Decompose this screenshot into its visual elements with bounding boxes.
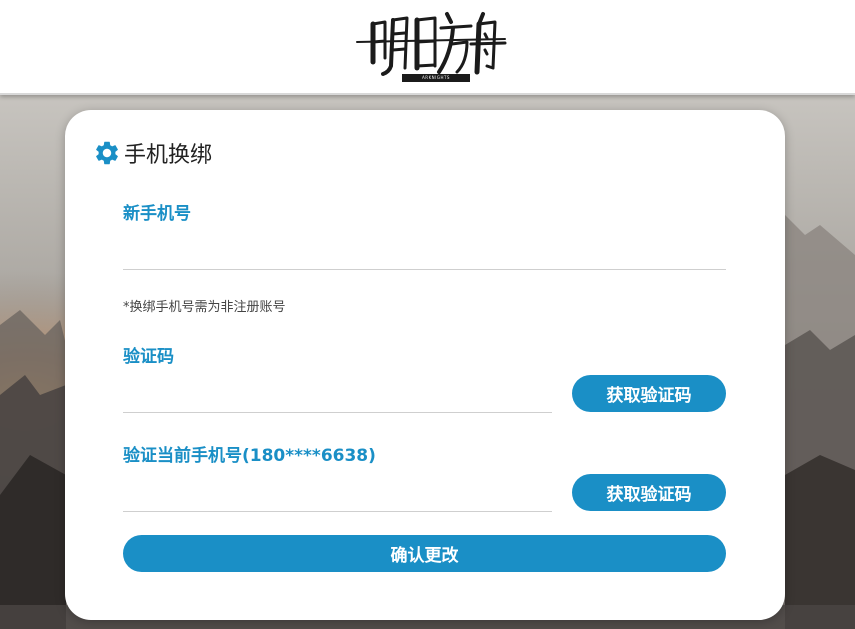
new-phone-input[interactable] xyxy=(123,241,726,270)
verify-code-input[interactable] xyxy=(123,384,552,413)
new-phone-label: 新手机号 xyxy=(123,204,191,224)
rebind-phone-card: 手机换绑 新手机号 *换绑手机号需为非注册账号 验证码 获取验证码 验证当前手机… xyxy=(65,110,785,620)
card-title-text: 手机换绑 xyxy=(124,143,213,168)
verify-current-phone-input[interactable] xyxy=(123,483,552,512)
gear-icon xyxy=(96,141,118,165)
logo-subtext: ARKNIGHTS xyxy=(402,74,470,82)
rebind-hint: *换绑手机号需为非注册账号 xyxy=(123,300,286,315)
card-title: 手机换绑 xyxy=(93,137,212,169)
verify-code-label: 验证码 xyxy=(123,347,174,367)
verify-current-phone-label: 验证当前手机号(180****6638) xyxy=(123,446,376,466)
get-verify-code-button[interactable]: 获取验证码 xyxy=(572,375,726,412)
get-current-phone-code-button[interactable]: 获取验证码 xyxy=(572,474,726,511)
site-header: ARKNIGHTS xyxy=(0,0,855,95)
confirm-change-button[interactable]: 确认更改 xyxy=(123,535,726,572)
